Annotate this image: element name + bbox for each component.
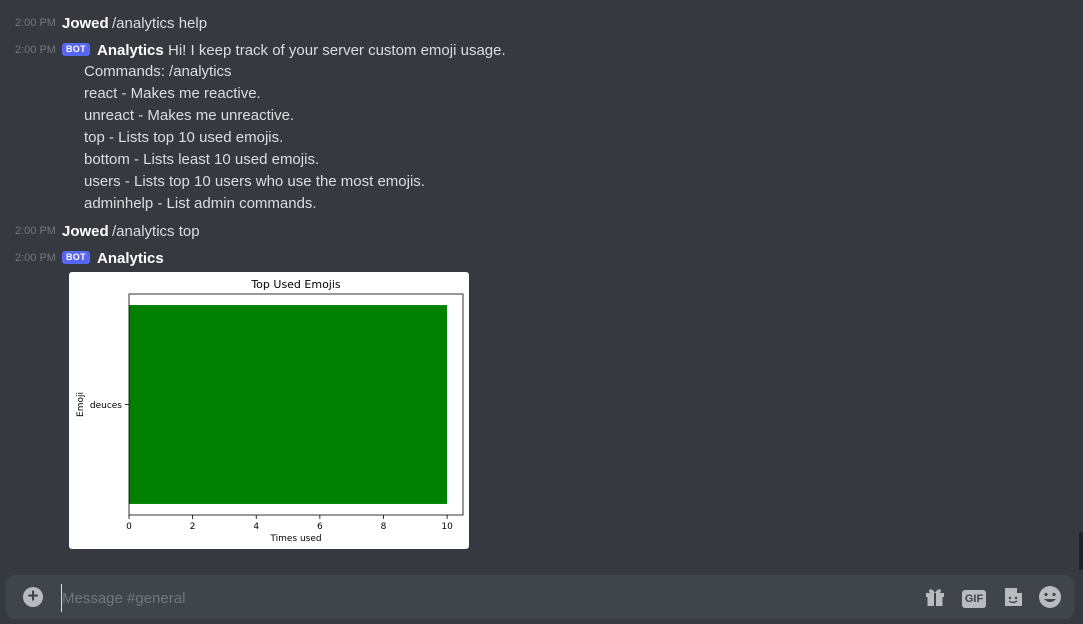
- y-axis-label: Emoji: [76, 392, 86, 417]
- bar-chart: deuces 0 2 4 6 8 10 Top Used Emojis Times used Em…: [76, 278, 464, 544]
- message-line: bottom - Lists least 10 used emojis.: [84, 151, 320, 168]
- message-timestamp: 2:00 PM: [15, 44, 56, 56]
- bot-badge: BOT: [62, 43, 90, 56]
- message-author[interactable]: Analytics: [97, 42, 164, 59]
- message-text: Hi! I keep track of your server custom e…: [168, 41, 506, 59]
- gif-icon: GIF: [962, 589, 986, 608]
- scrollbar-thumb[interactable]: [1079, 532, 1083, 570]
- message-author[interactable]: Jowed: [62, 15, 109, 32]
- message-line: adminhelp - List admin commands.: [84, 195, 317, 212]
- message-timestamp: 2:00 PM: [15, 225, 56, 237]
- plus-circle-icon[interactable]: +: [23, 587, 43, 607]
- message-line: Commands: /analytics: [84, 63, 232, 80]
- gift-icon[interactable]: [923, 585, 947, 609]
- message-line: users - Lists top 10 users who use the m…: [84, 173, 425, 190]
- chart-bar: [129, 305, 448, 504]
- message-timestamp: 2:00 PM: [15, 17, 56, 29]
- chart-attachment[interactable]: deuces 0 2 4 6 8 10 Top Used Emojis Times used Em…: [69, 272, 469, 549]
- message-line: unreact - Makes me unreactive.: [84, 107, 295, 124]
- x-tick-label: 4: [253, 522, 259, 532]
- x-tick-label: 6: [317, 522, 323, 532]
- emoji-icon[interactable]: [1038, 585, 1062, 609]
- x-tick-label: 10: [441, 522, 453, 532]
- message-composer: + GIF: [6, 575, 1074, 619]
- x-tick-label: 8: [381, 522, 387, 532]
- bot-badge: BOT: [62, 251, 90, 264]
- x-axis-label: Times used: [269, 534, 321, 544]
- message-input[interactable]: [61, 584, 884, 612]
- message-text: /analytics top: [112, 222, 200, 240]
- x-tick-label: 0: [126, 522, 132, 532]
- message-author[interactable]: Analytics: [97, 250, 164, 267]
- sticker-icon[interactable]: [1001, 585, 1025, 609]
- message-timestamp: 2:00 PM: [15, 252, 56, 264]
- gif-button[interactable]: GIF: [962, 585, 986, 609]
- message-line: top - Lists top 10 used emojis.: [84, 129, 284, 146]
- x-tick-label: 2: [190, 522, 196, 532]
- message-line: react - Makes me reactive.: [84, 85, 261, 102]
- message-text: /analytics help: [112, 14, 208, 32]
- y-tick-label: deuces: [90, 401, 122, 411]
- chart-title: Top Used Emojis: [250, 278, 341, 291]
- message-author[interactable]: Jowed: [62, 223, 109, 240]
